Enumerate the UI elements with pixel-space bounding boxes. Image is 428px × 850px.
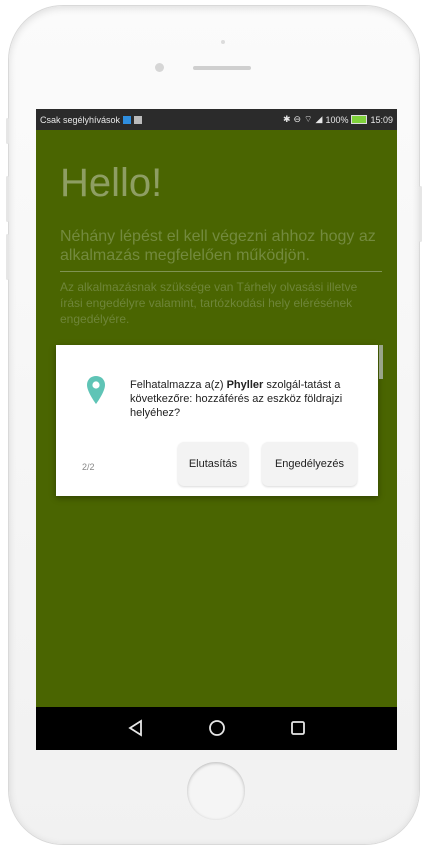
volume-up-button xyxy=(6,176,9,222)
back-triangle-icon[interactable] xyxy=(127,719,145,737)
battery-percent: 100% xyxy=(325,114,349,125)
earpiece-speaker xyxy=(193,66,251,70)
notification-icon xyxy=(123,115,132,124)
deny-button[interactable]: Elutasítás xyxy=(178,442,248,486)
home-circle-icon[interactable] xyxy=(208,719,226,737)
scrollbar[interactable] xyxy=(379,345,383,379)
battery-icon xyxy=(351,115,368,124)
volume-down-button xyxy=(6,234,9,280)
proximity-sensor xyxy=(221,40,225,44)
message-prefix: Felhatalmazza a(z) xyxy=(130,379,227,391)
mute-switch xyxy=(6,118,9,144)
permission-message: Felhatalmazza a(z) Phyller szolgál-tatás… xyxy=(130,378,360,420)
permission-counter: 2/2 xyxy=(82,462,95,472)
home-button[interactable] xyxy=(187,762,245,820)
status-bar: Csak segélyhívások ✱ ⊖ ⌔ ◢ 100% 15:09 xyxy=(36,109,397,130)
bluetooth-icon: ✱ xyxy=(282,114,291,124)
clock-time: 15:09 xyxy=(370,114,393,125)
description-text: Az alkalmazásnak szüksége van Tárhely ol… xyxy=(60,280,358,326)
power-button xyxy=(419,186,422,242)
subtitle-text: Néhány lépést el kell végezni ahhoz hogy… xyxy=(60,228,376,264)
wifi-icon: ⌔ xyxy=(304,114,313,124)
divider xyxy=(60,271,382,272)
recents-square-icon[interactable] xyxy=(289,719,307,737)
hello-heading: Hello! xyxy=(60,161,163,205)
app-name: Phyller xyxy=(226,379,264,391)
permission-dialog: Felhatalmazza a(z) Phyller szolgál-tatás… xyxy=(56,345,378,496)
carrier-text: Csak segélyhívások xyxy=(40,114,121,125)
allow-button[interactable]: Engedélyezés xyxy=(262,442,357,486)
navigation-bar xyxy=(36,707,397,750)
location-pin-icon xyxy=(87,376,105,404)
front-camera xyxy=(155,63,164,72)
image-notification-icon xyxy=(134,115,143,124)
signal-icon: ◢ xyxy=(315,114,323,124)
phone-screen: Csak segélyhívások ✱ ⊖ ⌔ ◢ 100% 15:09 He… xyxy=(36,109,397,750)
sync-icon: ⊖ xyxy=(293,114,302,124)
status-icons: ✱ ⊖ ⌔ ◢ 100% 15:09 xyxy=(283,114,393,125)
